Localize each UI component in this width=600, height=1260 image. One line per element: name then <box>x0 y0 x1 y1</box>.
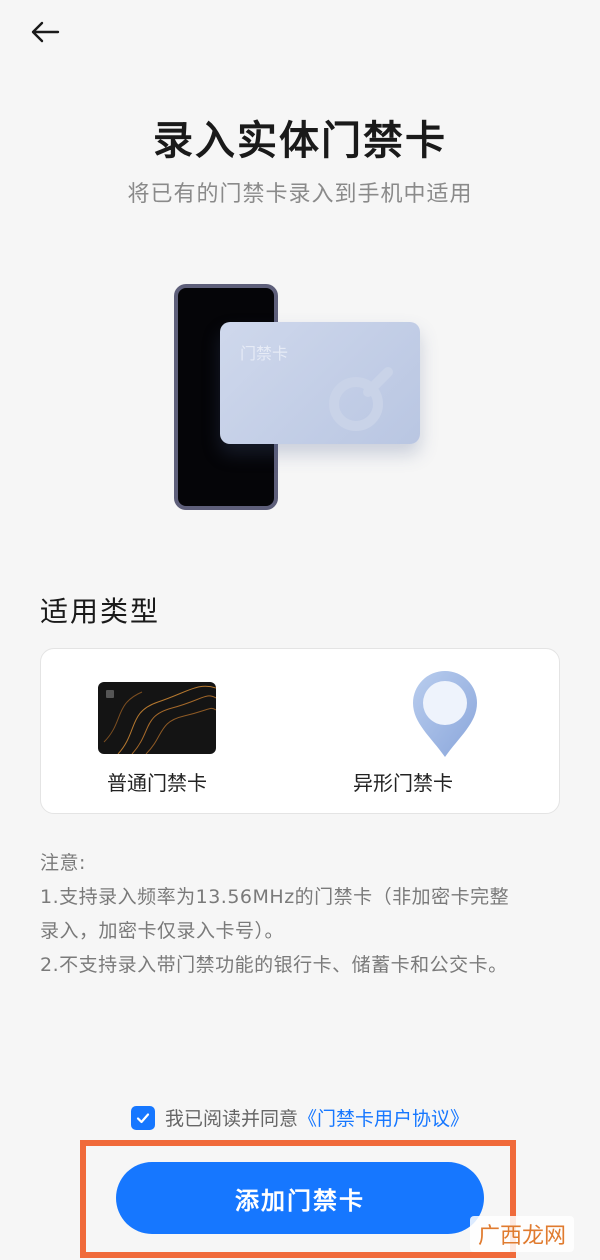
notice-line-1: 1.支持录入频率为13.56MHz的门禁卡（非加密卡完整 <box>40 886 510 908</box>
type-item-normal-card: 普通门禁卡 <box>41 649 301 815</box>
access-card-illustration: 门禁卡 <box>220 322 420 444</box>
page-title: 录入实体门禁卡 <box>153 118 447 164</box>
agreement-text: 我已阅读并同意 <box>164 1108 298 1130</box>
map-pin-tag-icon <box>413 671 477 757</box>
black-card-icon <box>98 682 216 754</box>
type-label-normal: 普通门禁卡 <box>107 771 207 795</box>
card-label: 门禁卡 <box>240 344 289 363</box>
section-title-types: 适用类型 <box>40 595 161 628</box>
arrow-left-icon <box>31 21 60 43</box>
notice-line-3: 2.不支持录入带门禁功能的银行卡、储蓄卡和公交卡。 <box>40 954 508 976</box>
page-subtitle: 将已有的门禁卡录入到手机中适用 <box>127 182 473 207</box>
back-button[interactable] <box>30 14 74 50</box>
phone-card-illustration: 门禁卡 <box>170 280 430 520</box>
watermark: 广西龙网 <box>470 1216 575 1252</box>
agree-checkbox[interactable] <box>130 1105 155 1130</box>
user-agreement-link[interactable]: 《门禁卡用户协议》 <box>298 1104 469 1131</box>
type-label-shaped: 异形门禁卡 <box>353 771 453 795</box>
notice-line-2: 录入，加密卡仅录入卡号）。 <box>40 920 285 942</box>
check-icon <box>136 1112 150 1123</box>
card-logo-icon <box>329 367 393 431</box>
card-types-panel: 普通门禁卡 异形门禁卡 <box>40 648 560 814</box>
add-access-card-button[interactable]: 添加门禁卡 <box>116 1162 484 1234</box>
notice-block: 注意: 1.支持录入频率为13.56MHz的门禁卡（非加密卡完整 录入，加密卡仅… <box>40 846 570 982</box>
agreement-row: 我已阅读并同意 《门禁卡用户协议》 <box>0 1104 600 1131</box>
notice-heading: 注意: <box>40 852 86 874</box>
type-item-shaped-card: 异形门禁卡 <box>301 649 561 815</box>
